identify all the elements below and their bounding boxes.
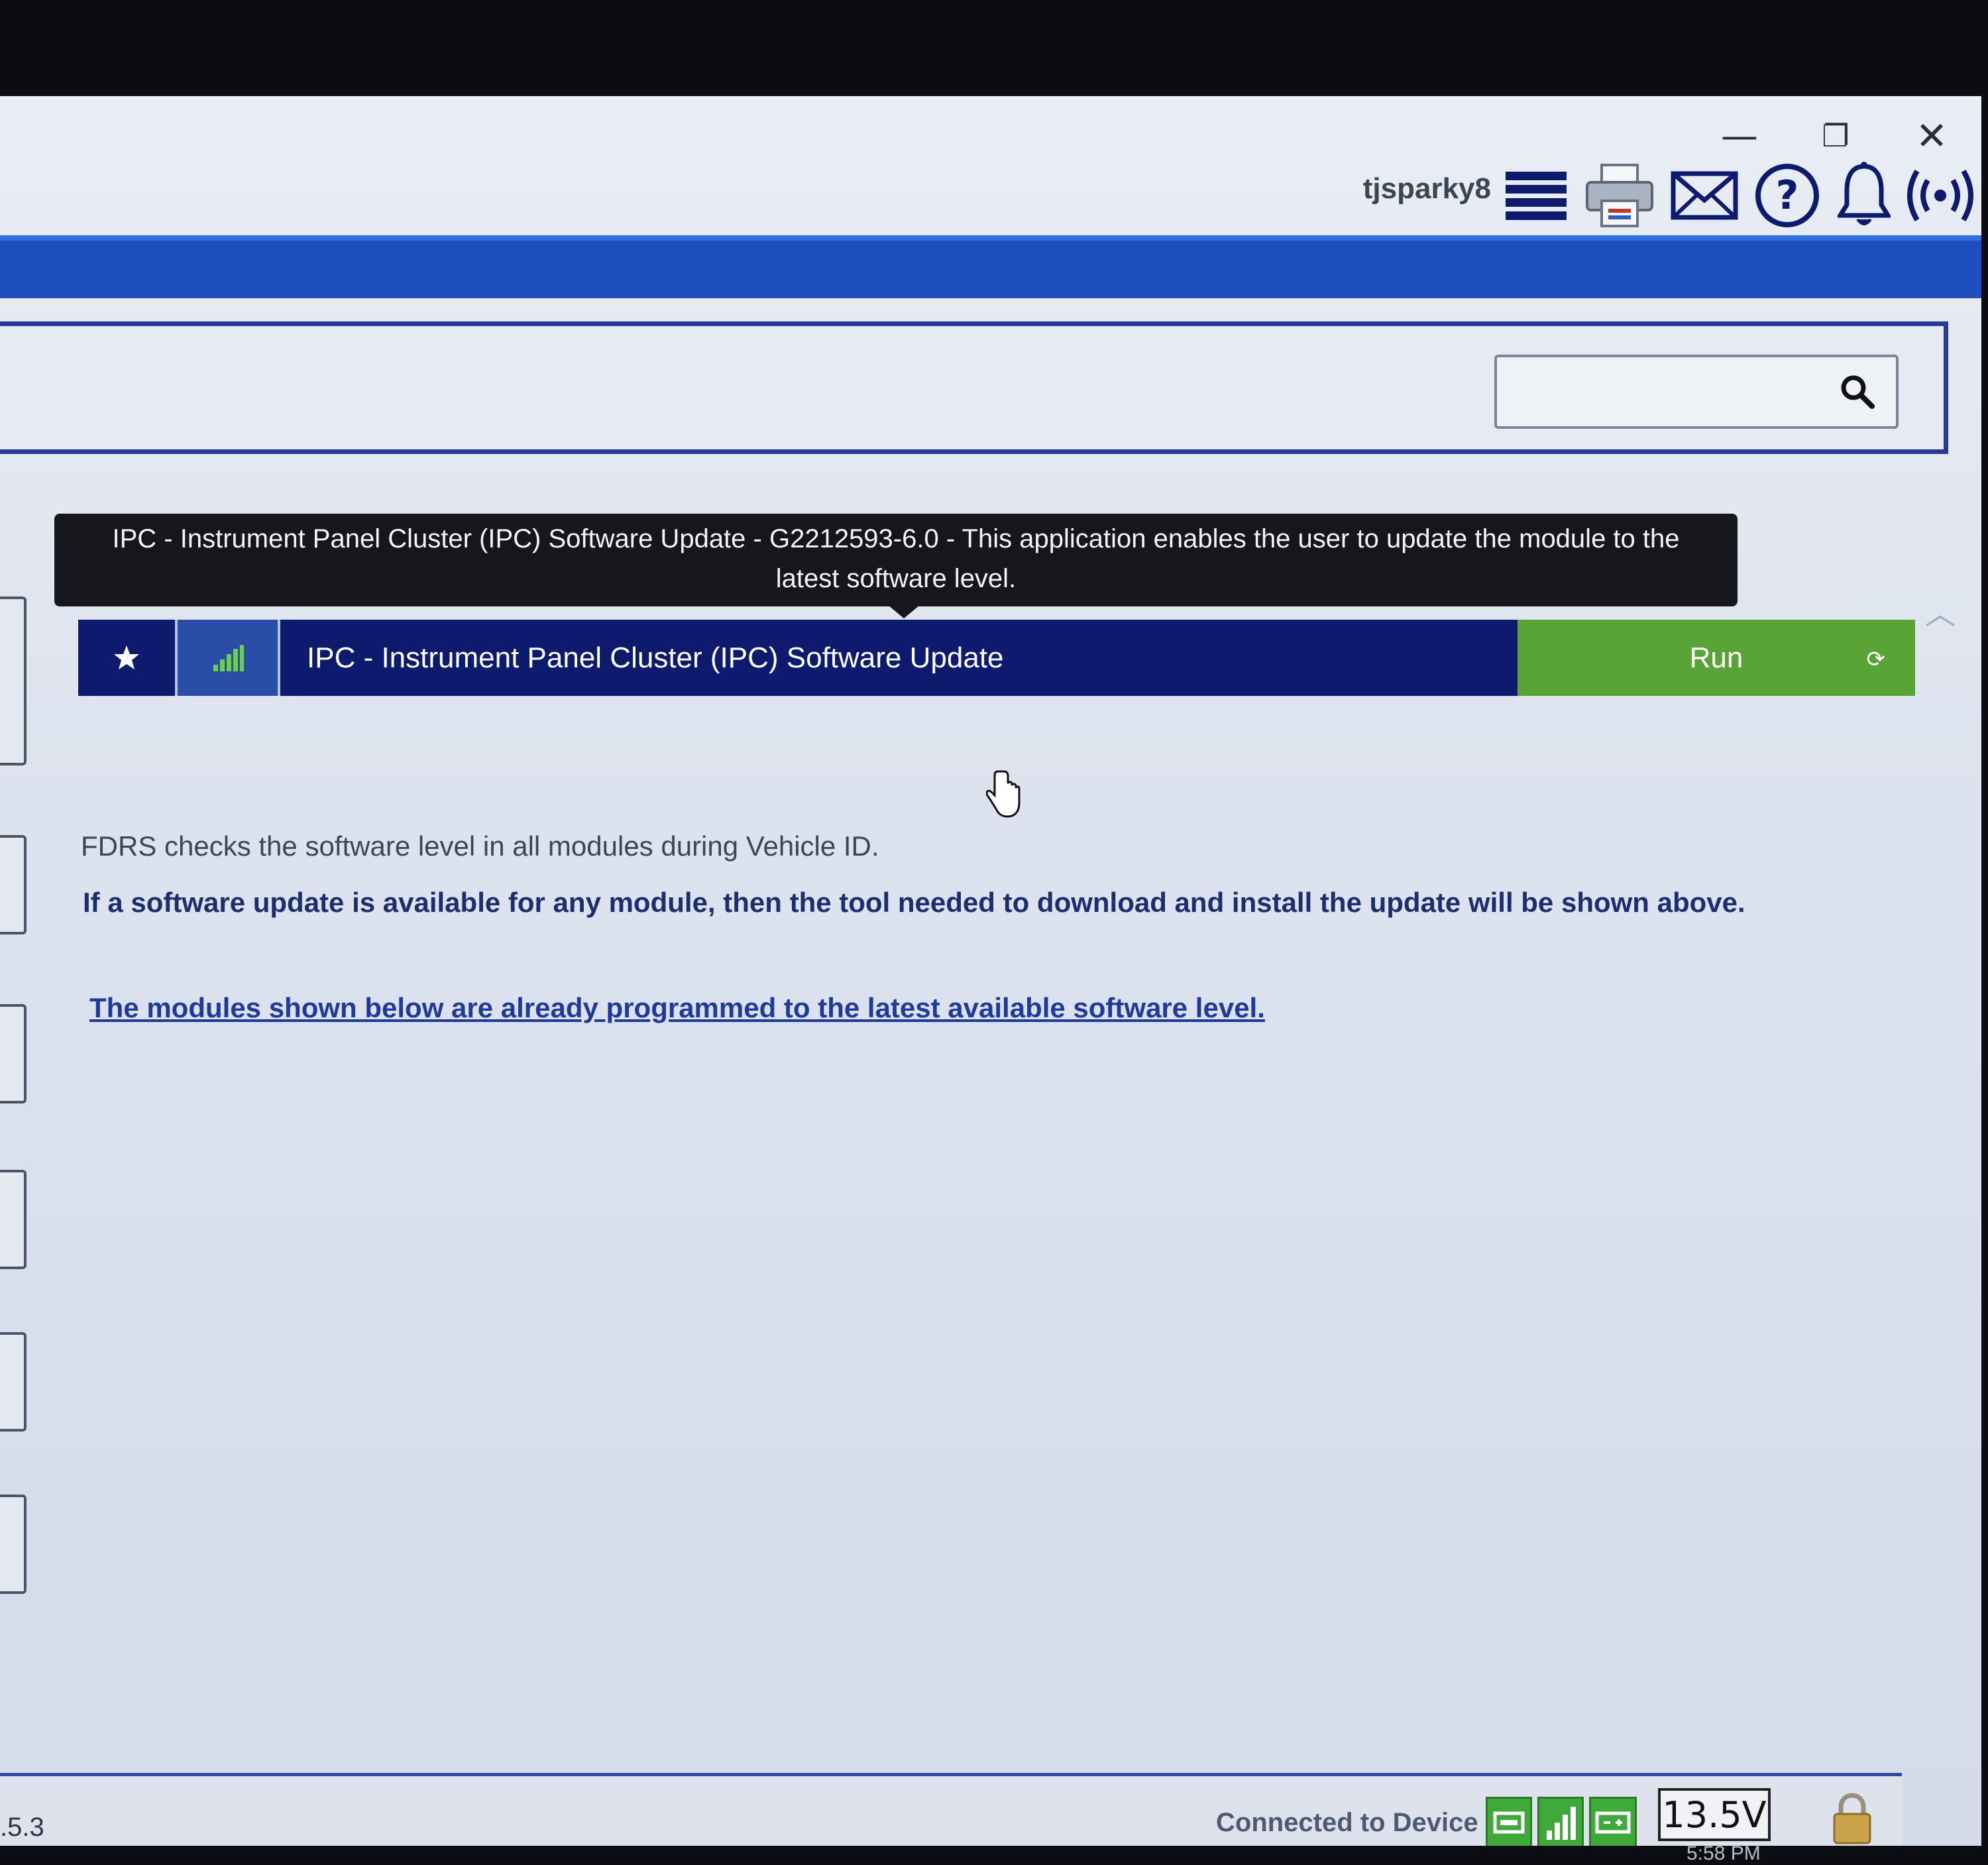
bell-icon[interactable]: [1834, 156, 1894, 235]
side-tab[interactable]: [0, 1170, 27, 1269]
side-tab[interactable]: [0, 835, 27, 934]
menu-icon[interactable]: [1503, 156, 1569, 235]
run-label: Run: [1689, 641, 1743, 674]
search-input[interactable]: [1509, 369, 1830, 417]
voltage-readout: 13.5V: [1658, 1788, 1771, 1841]
app-tooltip: IPC - Instrument Panel Cluster (IPC) Sof…: [54, 514, 1738, 606]
tooltip-arrow: [888, 605, 920, 618]
signal-icon: [213, 644, 244, 671]
wireless-icon[interactable]: [1903, 156, 1977, 235]
signal-cell: [178, 620, 280, 696]
app-row[interactable]: IPC - Instrument Panel Cluster (IPC) Sof…: [78, 620, 1915, 696]
vci-icon: [1486, 1797, 1532, 1846]
connection-status: Connected to Device: [1216, 1808, 1478, 1837]
side-tab[interactable]: [0, 1004, 27, 1103]
connection-signal-icon: [1537, 1797, 1584, 1846]
info-text-update-available: If a software update is available for an…: [83, 887, 1745, 918]
printer-icon[interactable]: [1582, 156, 1657, 235]
side-tab[interactable]: [0, 596, 27, 765]
username-label: tjsparky8: [1362, 172, 1491, 205]
mail-icon[interactable]: [1669, 156, 1740, 235]
svg-text:?: ?: [1776, 172, 1799, 219]
favorite-button[interactable]: [78, 620, 178, 696]
version-label: .5.3: [0, 1813, 44, 1842]
info-link-programmed-modules[interactable]: The modules shown below are already prog…: [89, 992, 1265, 1024]
help-icon[interactable]: ?: [1753, 156, 1822, 235]
lock-icon[interactable]: [1829, 1793, 1875, 1846]
battery-icon: [1589, 1797, 1637, 1846]
header-band: [0, 235, 1981, 298]
search-icon[interactable]: [1839, 373, 1876, 414]
app-name[interactable]: IPC - Instrument Panel Cluster (IPC) Sof…: [280, 620, 1518, 696]
fdrs-window: — ❐ ✕ tjsparky8 ? IPC - Instrument Panel…: [0, 96, 1981, 1846]
scroll-up-icon[interactable]: ︿: [1925, 590, 1956, 634]
info-text-vehicle-id: FDRS checks the software level in all mo…: [81, 830, 879, 862]
star-icon: [114, 645, 139, 669]
title-bar: — ❐ ✕ tjsparky8 ?: [0, 96, 1981, 235]
side-tab[interactable]: [0, 1495, 27, 1594]
search-box[interactable]: [1494, 355, 1899, 429]
side-tab[interactable]: [0, 1332, 27, 1432]
run-button[interactable]: Run ⟳: [1518, 620, 1915, 696]
hand-cursor-icon: [985, 769, 1023, 822]
refresh-icon[interactable]: ⟳: [1867, 646, 1886, 673]
